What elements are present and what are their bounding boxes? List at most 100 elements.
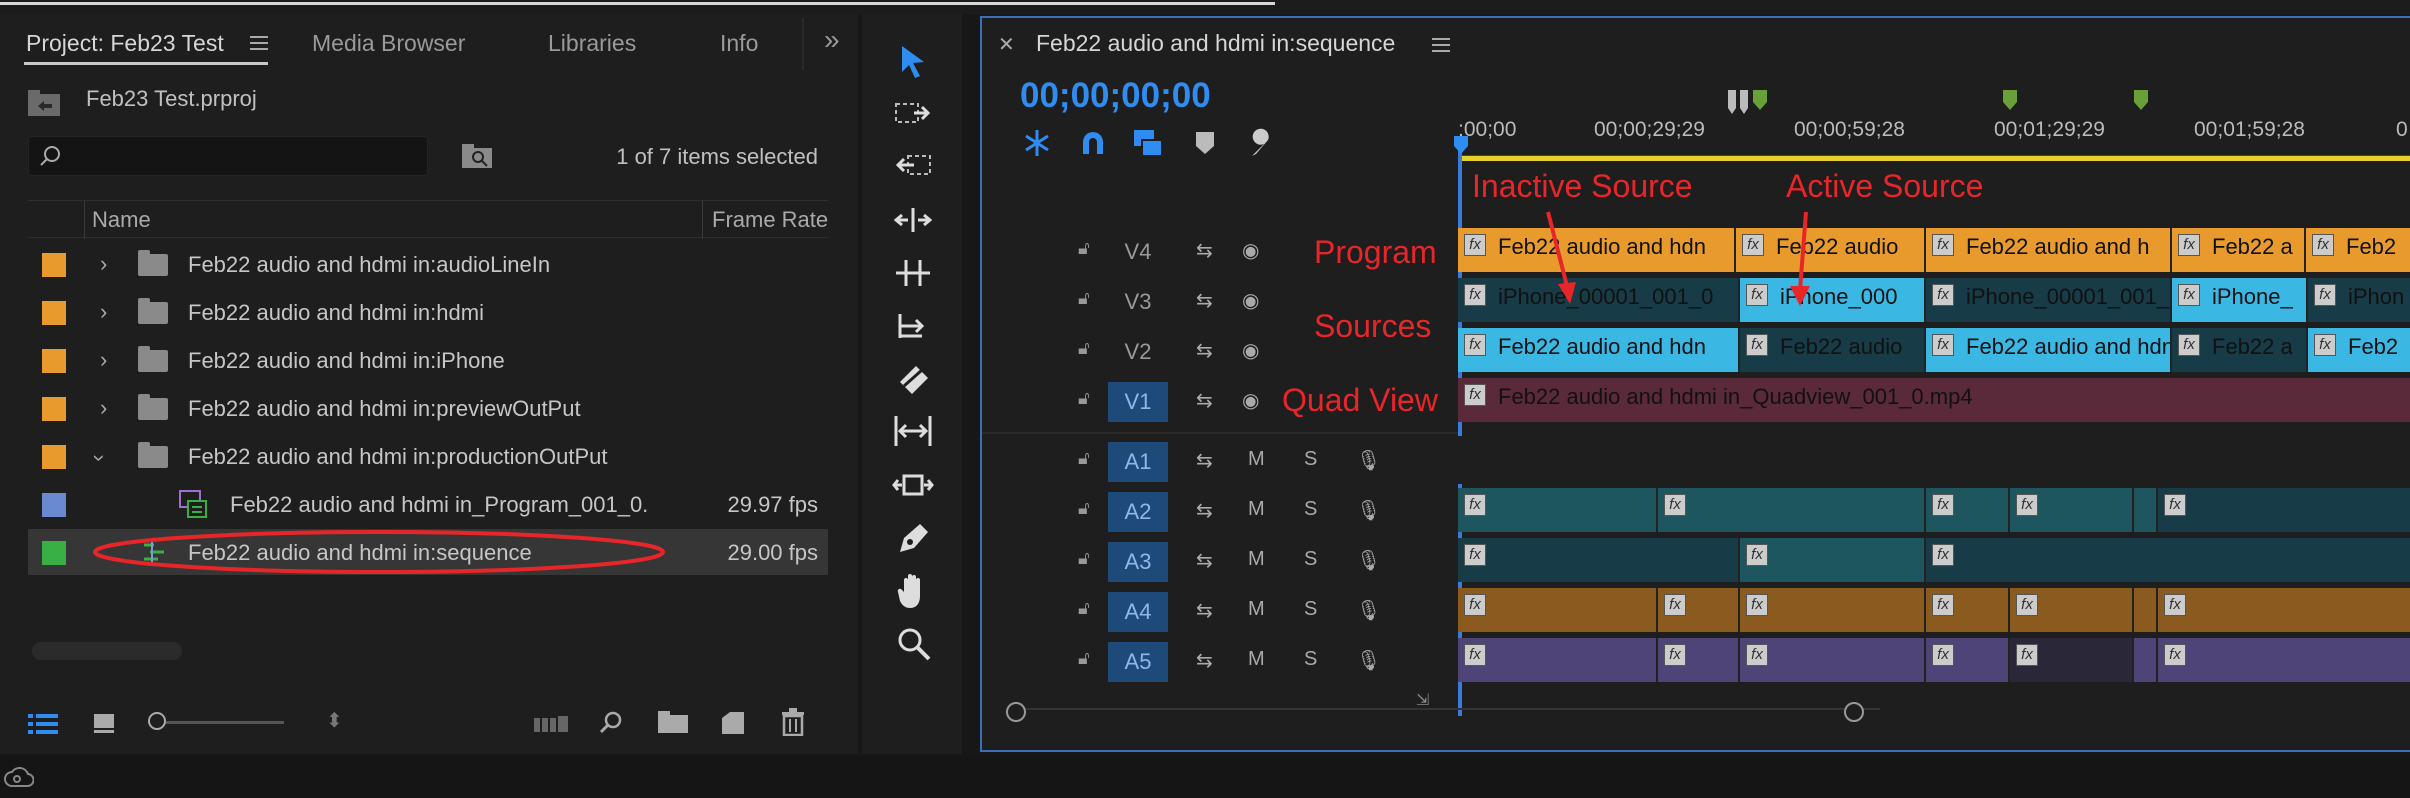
list-view-icon[interactable]	[28, 710, 60, 738]
mute-toggle[interactable]: M	[1248, 648, 1265, 671]
insert-nest-icon[interactable]	[1022, 128, 1052, 158]
audio-clip[interactable]: fx	[1740, 538, 1926, 582]
marker-icon[interactable]	[2003, 90, 2017, 110]
audio-clip[interactable]: fx	[1740, 638, 1926, 682]
list-item[interactable]: Feb22 audio and hdmi in_Program_001_0. 2…	[28, 481, 828, 527]
new-item-icon[interactable]	[720, 710, 746, 736]
sync-lock-icon[interactable]: ⇆	[1196, 388, 1213, 413]
zoom-tool-icon[interactable]	[896, 626, 932, 662]
in-out-marker-icon[interactable]	[1726, 88, 1750, 116]
label-color-swatch[interactable]	[42, 493, 66, 517]
list-item[interactable]: › Feb22 audio and hdmi in:hdmi	[28, 289, 828, 335]
icon-view-icon[interactable]	[92, 710, 116, 734]
solo-toggle[interactable]: S	[1304, 498, 1317, 521]
mute-toggle[interactable]: M	[1248, 448, 1265, 471]
automate-to-sequence-icon[interactable]	[534, 714, 570, 734]
tab-media-browser[interactable]: Media Browser	[312, 30, 465, 57]
slide-tool-icon[interactable]	[892, 468, 934, 502]
tab-libraries[interactable]: Libraries	[548, 30, 636, 57]
list-item[interactable]: › Feb22 audio and hdmi in:iPhone	[28, 337, 828, 383]
audio-clip[interactable]: fx	[1458, 538, 1740, 582]
pen-tool-icon[interactable]	[896, 520, 932, 556]
sequence-tab-title[interactable]: Feb22 audio and hdmi in:sequence	[1036, 30, 1395, 57]
work-area-bar[interactable]	[1458, 156, 2410, 161]
chevron-right-icon[interactable]: ›	[100, 395, 107, 421]
clip[interactable]: fx iPhon	[2308, 278, 2410, 322]
clip[interactable]: fx Feb2	[2306, 228, 2410, 272]
panel-menu-icon[interactable]	[250, 36, 268, 50]
sync-lock-icon[interactable]: ⇆	[1196, 338, 1213, 363]
mute-toggle[interactable]: M	[1248, 548, 1265, 571]
track-target-v1[interactable]: V1	[1108, 382, 1168, 422]
chevron-right-icon[interactable]: ›	[100, 251, 107, 277]
sync-lock-icon[interactable]: ⇆	[1196, 548, 1213, 573]
label-color-swatch[interactable]	[42, 445, 66, 469]
audio-clip[interactable]: fx	[2158, 588, 2410, 632]
chevron-right-icon[interactable]: ›	[100, 299, 107, 325]
label-color-swatch[interactable]	[42, 349, 66, 373]
add-marker-icon[interactable]	[1194, 130, 1216, 156]
clip-active[interactable]: fx Feb2	[2308, 328, 2410, 372]
audio-clip[interactable]: fx	[1658, 488, 1926, 532]
track-target-a2[interactable]: A2	[1108, 492, 1168, 532]
rolling-edit-icon[interactable]	[894, 206, 932, 234]
track-target-a5[interactable]: A5	[1108, 642, 1168, 682]
clip-active[interactable]: fx Feb22 audio and hdn	[1458, 328, 1740, 372]
label-color-swatch[interactable]	[42, 397, 66, 421]
lock-icon[interactable]: 🔓︎	[1078, 548, 1096, 568]
microphone-icon[interactable]: 🎙︎	[1356, 548, 1381, 573]
audio-clip[interactable]: fx	[1926, 638, 2010, 682]
close-icon[interactable]: ✕	[998, 32, 1015, 57]
lock-icon[interactable]: 🔓︎	[1078, 288, 1096, 308]
expand-tracks-icon[interactable]: ⇲	[1416, 690, 1429, 710]
microphone-icon[interactable]: 🎙︎	[1356, 648, 1381, 673]
linked-selection-icon[interactable]	[1132, 128, 1166, 158]
audio-clip[interactable]: fx	[1658, 638, 1740, 682]
playhead-handle-icon[interactable]	[1454, 136, 1468, 154]
sort-icon[interactable]: ⬍	[326, 708, 343, 733]
track-target-v3[interactable]: V3	[1108, 282, 1168, 322]
solo-toggle[interactable]: S	[1304, 598, 1317, 621]
lock-icon[interactable]: 🔓︎	[1078, 448, 1096, 468]
column-name[interactable]: Name	[92, 207, 151, 233]
selection-tool-icon[interactable]	[898, 44, 928, 78]
audio-clip[interactable]: fx	[1926, 488, 2010, 532]
clip[interactable]: fx Feb22 audio	[1740, 328, 1926, 372]
hand-tool-icon[interactable]	[896, 572, 932, 610]
list-item[interactable]: › Feb22 audio and hdmi in:previewOutPut	[28, 385, 828, 431]
lock-icon[interactable]: 🔓︎	[1078, 388, 1096, 408]
chevron-down-icon[interactable]: ›	[87, 454, 113, 461]
list-item[interactable]: › Feb22 audio and hdmi in:productionOutP…	[28, 433, 828, 479]
panel-menu-icon[interactable]	[1432, 38, 1450, 52]
trash-icon[interactable]	[780, 708, 806, 736]
ripple-edit-icon[interactable]	[894, 152, 932, 180]
clip[interactable]: fx Feb22 audio and hdmi in_Quadview_001_0…	[1458, 378, 2410, 422]
wrench-icon[interactable]	[1246, 128, 1278, 160]
lock-icon[interactable]: 🔓︎	[1078, 338, 1096, 358]
clip-active[interactable]: fx iPhone_	[2172, 278, 2308, 322]
sync-lock-icon[interactable]: ⇆	[1196, 238, 1213, 263]
eye-icon[interactable]: ◉	[1242, 288, 1259, 313]
audio-clip[interactable]	[2134, 588, 2158, 632]
timeline-scrollbar[interactable]	[1018, 708, 1880, 726]
scroll-end-handle[interactable]	[1844, 702, 1864, 722]
snap-magnet-icon[interactable]	[1078, 128, 1108, 158]
razor-tool-icon[interactable]	[894, 362, 932, 396]
microphone-icon[interactable]: 🎙︎	[1356, 498, 1381, 523]
chevron-right-icon[interactable]: ›	[100, 347, 107, 373]
audio-clip[interactable]: fx	[1458, 588, 1658, 632]
audio-clip[interactable]: fx	[2010, 588, 2134, 632]
audio-clip[interactable]: fx	[1740, 588, 1926, 632]
marker-icon[interactable]	[2134, 90, 2148, 110]
track-target-a4[interactable]: A4	[1108, 592, 1168, 632]
mute-toggle[interactable]: M	[1248, 598, 1265, 621]
clip[interactable]: fx Feb22 a	[2172, 228, 2306, 272]
label-color-swatch[interactable]	[42, 301, 66, 325]
audio-clip[interactable]	[2134, 638, 2158, 682]
clip[interactable]: fx Feb22 audio and h	[1926, 228, 2172, 272]
clip-active[interactable]: fx Feb22 audio and hdn	[1926, 328, 2172, 372]
track-target-a1[interactable]: A1	[1108, 442, 1168, 482]
track-target-a3[interactable]: A3	[1108, 542, 1168, 582]
track-target-v4[interactable]: V4	[1108, 232, 1168, 272]
tab-project[interactable]: Project: Feb23 Test	[26, 30, 224, 57]
